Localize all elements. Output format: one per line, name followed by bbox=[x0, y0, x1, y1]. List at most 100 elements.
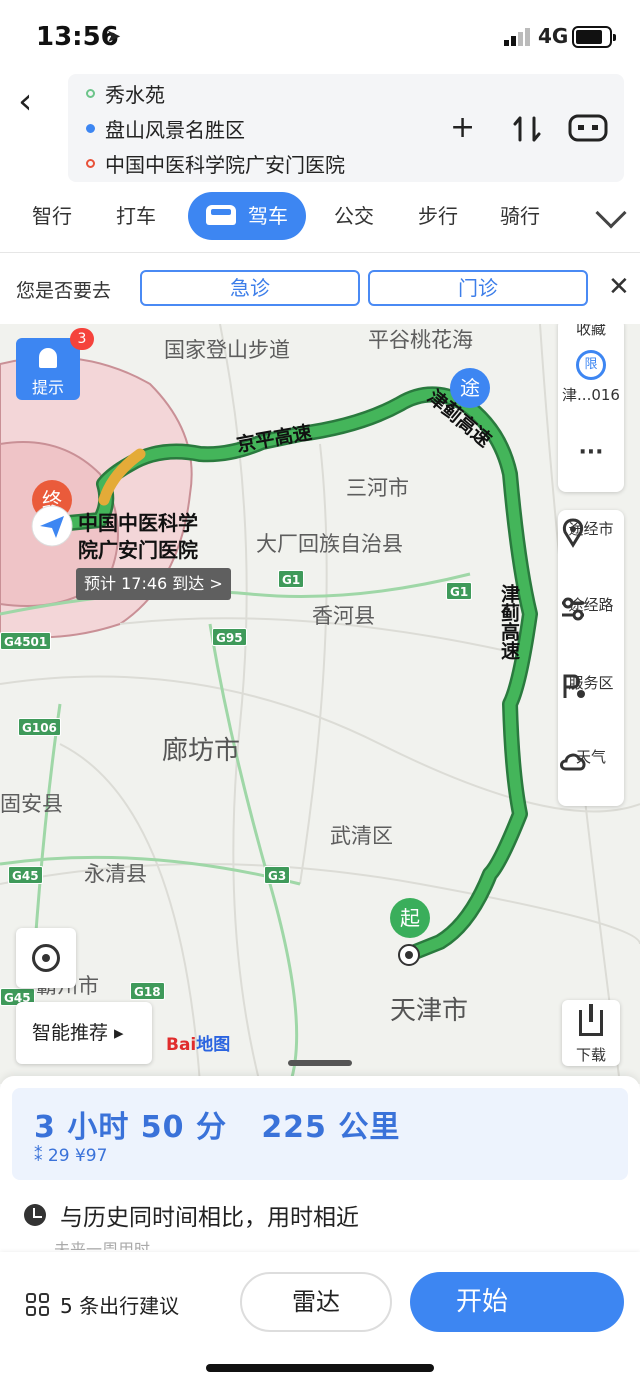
right-panel-top: 收藏 限 津...016 ··· bbox=[558, 324, 624, 492]
bell-icon bbox=[39, 348, 57, 368]
destination-label: 中国中医科学院广安门医院 bbox=[78, 511, 198, 562]
car-mode-icon[interactable] bbox=[568, 112, 608, 144]
back-button[interactable]: ‹ bbox=[18, 82, 54, 122]
highway-shield: G1 bbox=[446, 582, 473, 600]
battery-icon bbox=[572, 26, 616, 48]
service-area-button[interactable]: 服务区 bbox=[558, 672, 624, 698]
smart-recommend-button[interactable]: 智能推荐 ▸ bbox=[16, 1002, 152, 1064]
route-detail-text: 29 ¥97 bbox=[47, 1146, 108, 1166]
history-sub: 未来一周用时 bbox=[54, 1240, 151, 1250]
more-button[interactable]: ··· bbox=[558, 440, 624, 465]
map-label-yongqing: 永清县 bbox=[84, 862, 147, 886]
map-view[interactable]: 国家登山步道 平谷桃花海 三河市 大厂回族自治县 香河县 廊坊市 固安县 永清县… bbox=[0, 324, 640, 1084]
route-via[interactable]: 盘山风景名胜区 bbox=[86, 113, 245, 143]
map-label-trail: 国家登山步道 bbox=[164, 338, 290, 362]
cloud-icon bbox=[560, 753, 586, 771]
highway-shield: G45 bbox=[8, 866, 43, 884]
radar-button[interactable]: 雷达 bbox=[240, 1272, 392, 1332]
route-duration-distance: 3 小时 50 分 225 公里 bbox=[34, 1102, 400, 1146]
history-compare-text: 与历史同时间相比，用时相近 bbox=[60, 1205, 359, 1231]
alert-button[interactable]: 提示 3 bbox=[16, 328, 94, 400]
route-start-label: 秀水苑 bbox=[105, 82, 165, 107]
route-distance: 225 公里 bbox=[261, 1110, 401, 1145]
download-label: 下载 bbox=[575, 1046, 606, 1064]
restriction-label: 津...016 bbox=[562, 386, 620, 404]
map-label-langfang: 廊坊市 bbox=[162, 736, 241, 766]
highway-shield: G1 bbox=[278, 570, 305, 588]
start-point-marker bbox=[398, 944, 420, 966]
location-arrow-icon: ➤ bbox=[106, 26, 122, 47]
add-stop-button[interactable]: + bbox=[450, 110, 475, 145]
via-pin[interactable]: 途 bbox=[450, 368, 490, 408]
route-via-label: 盘山风景名胜区 bbox=[105, 117, 245, 142]
highway-shield: G95 bbox=[212, 628, 247, 646]
via-road-button[interactable]: 途经路 bbox=[558, 594, 624, 621]
parking-icon bbox=[563, 674, 585, 698]
tab-transit[interactable]: 公交 bbox=[334, 192, 374, 240]
start-pin[interactable]: 起 bbox=[390, 898, 430, 938]
via-dot-icon bbox=[86, 123, 95, 133]
eta-label[interactable]: 预计 17:46 到达 > bbox=[76, 568, 231, 600]
weather-button[interactable]: 天气 bbox=[558, 746, 624, 771]
map-label-dachang: 大厂回族自治县 bbox=[256, 532, 403, 556]
map-label-pinggu: 平谷桃花海 bbox=[368, 328, 473, 352]
network-type: 4G bbox=[538, 24, 569, 48]
route-summary-card[interactable]: 3 小时 50 分 225 公里 ⁑ 29 ¥97 bbox=[12, 1088, 628, 1180]
suggest-emergency-button[interactable]: 急诊 bbox=[140, 270, 360, 306]
travel-suggestions-button[interactable]: 5 条出行建议 bbox=[26, 1290, 179, 1319]
travel-suggestions-label: 5 条出行建议 bbox=[60, 1294, 180, 1318]
via-city-button[interactable]: 途经市 bbox=[558, 518, 624, 548]
route-end[interactable]: 中国中医科学院广安门医院 bbox=[86, 148, 345, 178]
locate-button[interactable] bbox=[16, 928, 76, 988]
route-end-label: 中国中医科学院广安门医院 bbox=[105, 152, 345, 177]
restriction-icon: 限 bbox=[576, 350, 606, 380]
grid-icon bbox=[26, 1292, 50, 1317]
tab-smart[interactable]: 智行 bbox=[32, 192, 72, 240]
close-icon[interactable]: ✕ bbox=[608, 272, 630, 302]
signal-icon bbox=[504, 28, 530, 46]
road-label-jinji: 津蓟高速 bbox=[498, 584, 520, 660]
tab-drive-label: 驾车 bbox=[248, 204, 288, 228]
end-dot-icon bbox=[86, 158, 95, 168]
highway-shield: G4501 bbox=[0, 632, 52, 650]
restriction-button[interactable]: 限 津...016 bbox=[558, 350, 624, 405]
current-location-arrow-icon bbox=[31, 505, 73, 547]
traffic-light-icon: ⁑ bbox=[34, 1146, 43, 1166]
map-label-wuqing: 武清区 bbox=[330, 824, 393, 848]
pin-icon bbox=[562, 518, 584, 548]
right-panel: 途经市 途经路 服务区 天气 bbox=[558, 510, 624, 806]
route-start[interactable]: 秀水苑 bbox=[86, 78, 165, 108]
clock-icon bbox=[24, 1204, 46, 1226]
bottom-action-bar: 5 条出行建议 雷达 开始 bbox=[0, 1252, 640, 1386]
favorite-button[interactable]: 收藏 bbox=[558, 324, 624, 339]
tab-bike[interactable]: 骑行 bbox=[500, 192, 540, 240]
history-compare[interactable]: 与历史同时间相比，用时相近 bbox=[24, 1198, 359, 1232]
route-detail: ⁑ 29 ¥97 bbox=[34, 1146, 107, 1166]
car-icon bbox=[206, 205, 236, 225]
home-indicator bbox=[206, 1364, 434, 1372]
highway-shield: G18 bbox=[130, 982, 165, 1000]
start-navigation-button[interactable]: 开始 bbox=[410, 1272, 624, 1332]
suggest-question: 您是否要去 bbox=[16, 280, 112, 302]
suggest-outpatient-button[interactable]: 门诊 bbox=[368, 270, 588, 306]
divider bbox=[0, 252, 640, 253]
alert-badge: 3 bbox=[70, 328, 94, 350]
tab-taxi[interactable]: 打车 bbox=[116, 192, 156, 240]
download-icon bbox=[579, 1004, 603, 1036]
tab-walk[interactable]: 步行 bbox=[418, 192, 458, 240]
download-button[interactable]: 下载 bbox=[562, 1000, 620, 1066]
route-duration: 3 小时 50 分 bbox=[34, 1110, 227, 1145]
road-icon bbox=[562, 597, 584, 621]
locate-icon bbox=[32, 944, 60, 972]
alert-label: 提示 bbox=[31, 378, 64, 397]
sheet-handle[interactable] bbox=[288, 1060, 352, 1066]
tab-drive[interactable]: 驾车 bbox=[188, 192, 306, 240]
map-label-guan: 固安县 bbox=[0, 792, 63, 816]
map-label-xianghe: 香河县 bbox=[312, 604, 375, 628]
travel-mode-tabs: 智行 打车 驾车 公交 步行 骑行 bbox=[0, 192, 640, 244]
map-label-tianjin: 天津市 bbox=[390, 996, 469, 1026]
map-label-sanhe: 三河市 bbox=[346, 476, 409, 500]
baidu-map-logo: Bai地图 bbox=[166, 1035, 231, 1055]
status-bar: 13:56 ➤ 4G bbox=[0, 0, 640, 70]
swap-icon[interactable] bbox=[512, 114, 542, 144]
